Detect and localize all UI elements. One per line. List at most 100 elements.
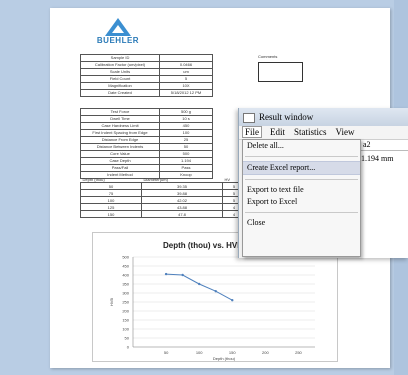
param-value — [159, 54, 213, 62]
x-tick-label: 100 — [196, 350, 203, 355]
logo-text: BUEHLER — [96, 36, 140, 45]
table-row: Test Force 500 g — [80, 108, 213, 116]
file-menu-dropdown: Delete all... Create Excel report... Expor… — [242, 139, 361, 257]
x-tick-label: 50 — [164, 350, 169, 355]
menu-statistics[interactable]: Statistics — [294, 127, 327, 137]
x-tick-label: 250 — [295, 350, 302, 355]
result-window[interactable]: Result window File Edit Statistics View a2 … — [238, 108, 408, 258]
y-tick-label: 100 — [122, 327, 129, 332]
x-tick-label: 150 — [229, 350, 236, 355]
table-row: Case Depth 1.194 — [80, 157, 213, 165]
param-label: Pass/Fail — [80, 164, 160, 172]
menu-item-delete-all[interactable]: Delete all... — [243, 140, 360, 152]
param-value: 450 — [159, 122, 213, 130]
param-label: Test Force — [80, 108, 160, 116]
param-value: 500 — [159, 150, 213, 158]
case-depth-cell[interactable]: 1.194 mm — [361, 154, 393, 163]
table-cell: 47.8 — [141, 210, 223, 218]
table-row: Pass/Fail Pass — [80, 164, 213, 172]
column-header[interactable]: a2 — [359, 140, 408, 151]
y-tick-label: 450 — [122, 264, 129, 269]
param-value: 5/18/2012 12 PM — [159, 89, 213, 97]
table-row: 75 39.88 5 — [80, 189, 246, 197]
param-label: Scale Units — [80, 68, 160, 76]
table-cell: 100 — [80, 196, 142, 204]
comments-box — [258, 62, 303, 82]
table-row: 100 42.02 5 — [80, 196, 246, 204]
menu-item-export-to-excel[interactable]: Export to Excel — [243, 196, 360, 208]
result-window-titlebar[interactable]: Result window — [239, 108, 408, 126]
param-label: Case Depth — [80, 157, 160, 165]
table-cell: 39.88 — [141, 189, 223, 197]
table-row: 125 43.88 4 — [80, 203, 246, 211]
table-row: Calibration Factor (um/pixel) 0.0466 — [80, 61, 213, 69]
param-value: 10 s — [159, 115, 213, 123]
table-cell: 125 — [80, 203, 142, 211]
y-tick-label: 350 — [122, 282, 129, 287]
param-value: 500 g — [159, 108, 213, 116]
param-label: Field Count — [80, 75, 160, 83]
param-label: Distance Between Indents — [80, 143, 160, 151]
table-cell: 43.88 — [141, 203, 223, 211]
param-label: Sample ID — [80, 54, 160, 62]
data-point — [231, 299, 234, 302]
table-cell: 50 — [80, 182, 142, 190]
param-value: 10X — [159, 82, 213, 90]
data-point — [197, 282, 201, 286]
buehler-logo-icon — [105, 18, 131, 36]
param-value: 25 — [159, 136, 213, 144]
x-axis-label: Depth (thou) — [213, 356, 236, 361]
param-label: Case Hardness Limit — [80, 122, 160, 130]
data-point — [214, 290, 217, 293]
table-row: 150 47.8 4 — [80, 210, 246, 218]
menu-file[interactable]: File — [241, 126, 263, 138]
param-value: 5 — [159, 75, 213, 83]
table-row: Distance From Edge 25 — [80, 136, 213, 144]
sample-parameters-table: Sample ID Calibration Factor (um/pixel) 0.… — [80, 54, 213, 97]
data-point — [181, 273, 184, 277]
menu-separator — [245, 212, 358, 213]
y-tick-label: 0 — [127, 345, 130, 350]
y-tick-label: 400 — [122, 273, 129, 278]
param-value: 1.194 — [159, 157, 213, 165]
param-value: um — [159, 68, 213, 76]
y-tick-label: 250 — [122, 300, 129, 305]
param-label: Distance From Edge — [80, 136, 160, 144]
table-row: Magnification 10X — [80, 82, 213, 90]
param-label: Date Created — [80, 89, 160, 97]
table-cell: 42.02 — [141, 196, 223, 204]
test-settings-table: Test Force 500 g Dwell Time 10 s Case Hardne… — [80, 108, 213, 179]
table-row: Dwell Time 10 s — [80, 115, 213, 123]
param-value: 0.0466 — [159, 61, 213, 69]
data-point — [164, 272, 168, 276]
window-title: Result window — [259, 112, 314, 122]
y-tick-label: 500 — [122, 255, 129, 260]
table-row: Case Hardness Limit 450 — [80, 122, 213, 130]
table-cell: 39.35 — [141, 182, 223, 190]
menu-item-create-excel-report[interactable]: Create Excel report... — [243, 161, 360, 175]
menu-item-export-to-text-file[interactable]: Export to text file — [243, 184, 360, 196]
table-row: Date Created 5/18/2012 12 PM — [80, 89, 213, 97]
table-row: First Indent Spacing from Edge 100 — [80, 129, 213, 137]
buehler-logo: BUEHLER — [94, 18, 142, 45]
param-label: Dwell Time — [80, 115, 160, 123]
table-row: Distance Between Indents 50 — [80, 143, 213, 151]
series-line — [166, 273, 233, 301]
menu-view[interactable]: View — [336, 127, 355, 137]
comments-label: Comments — [258, 54, 278, 59]
x-tick-label: 200 — [262, 350, 269, 355]
y-tick-label: 50 — [125, 336, 130, 341]
table-row: Sample ID — [80, 54, 213, 62]
window-icon — [243, 112, 255, 123]
menu-edit[interactable]: Edit — [270, 127, 285, 137]
table-cell: 150 — [80, 210, 142, 218]
depth-results-table: Depth (thou) Diameter(um) HV 50 39.35 5 75 39.8… — [80, 176, 246, 218]
menu-separator — [245, 179, 358, 180]
menu-separator — [245, 156, 358, 157]
param-value: 100 — [159, 129, 213, 137]
table-row: Core Value 500 — [80, 150, 213, 158]
y-tick-label: 200 — [122, 309, 129, 314]
param-value: 50 — [159, 143, 213, 151]
param-label: Calibration Factor (um/pixel) — [80, 61, 160, 69]
menu-item-close[interactable]: Close — [243, 217, 360, 229]
